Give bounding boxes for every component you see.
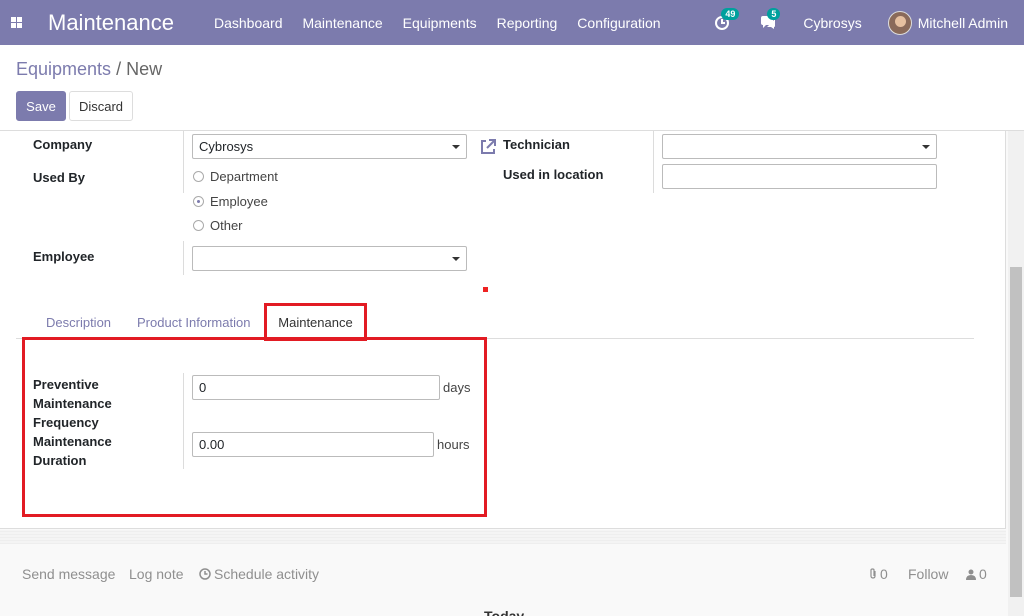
chevron-down-icon [452,145,460,149]
today-separator: Today [484,608,525,616]
followers-button[interactable]: 0 [966,566,987,582]
maintenance-duration-input[interactable]: 0.00 [192,432,434,457]
maintenance-frequency-input[interactable]: 0 [192,375,440,400]
schedule-activity-button[interactable]: Schedule activity [199,566,319,582]
chevron-down-icon [452,257,460,261]
radio-other-label: Other [210,218,243,233]
external-link-icon[interactable] [479,138,497,156]
send-message-button[interactable]: Send message [22,566,115,582]
followers-count: 0 [979,566,987,582]
radio-button-checked[interactable] [193,196,204,207]
breadcrumb: Equipments / New [16,59,162,80]
follow-button[interactable]: Follow [908,566,948,582]
company-select-value: Cybrosys [199,139,254,154]
form-sheet: Company Cybrosys Used By Department Empl… [0,131,1006,529]
breadcrumb-equipments-link[interactable]: Equipments [16,59,111,79]
user-icon [966,569,976,580]
frequency-unit: days [443,380,471,395]
log-note-button[interactable]: Log note [129,566,184,582]
radio-department[interactable]: Department [193,169,278,184]
attachments-button[interactable]: 0 [868,566,888,582]
tab-product-information[interactable]: Product Information [137,315,250,330]
control-panel: Equipments / New Save Discard [0,45,1024,131]
discard-button[interactable]: Discard [69,91,133,121]
red-marker-dot [483,287,488,292]
label-line: Preventive [33,377,99,392]
tab-description[interactable]: Description [46,315,111,330]
paperclip-icon [870,568,876,579]
menu-maintenance[interactable]: Maintenance [302,15,382,31]
used-in-location-label: Used in location [503,167,604,182]
message-count-badge: 5 [767,7,781,20]
technician-label: Technician [503,137,570,152]
company-switcher[interactable]: Cybrosys [803,15,861,31]
preventive-maintenance-frequency-label: Preventive Maintenance Frequency [33,375,112,432]
menu-dashboard[interactable]: Dashboard [214,15,283,31]
radio-employee[interactable]: Employee [193,194,268,209]
field-divider [183,131,184,193]
label-line: Maintenance [33,396,112,411]
apps-menu-icon[interactable] [0,0,32,45]
activity-clock-icon[interactable]: 49 [711,7,740,34]
radio-button[interactable] [193,220,204,231]
field-divider [183,373,184,469]
technician-select[interactable] [662,134,937,159]
label-line: Frequency [33,415,99,430]
app-brand[interactable]: Maintenance [48,10,174,36]
user-avatar[interactable] [887,10,912,35]
chatter: Send message Log note Schedule activity … [0,544,1006,616]
top-navbar: Maintenance Dashboard Maintenance Equipm… [0,0,1024,45]
messages-chat-icon[interactable]: 5 [757,7,781,34]
breadcrumb-current: New [126,59,163,79]
employee-select[interactable] [192,246,467,271]
save-button[interactable]: Save [16,91,66,121]
scrollbar-thumb[interactable] [1010,267,1022,597]
activity-count-badge: 49 [721,7,740,20]
field-divider [183,241,184,275]
chatter-separator [0,530,1006,544]
attachments-count: 0 [880,566,888,582]
menu-reporting[interactable]: Reporting [497,15,558,31]
radio-other[interactable]: Other [193,218,243,233]
field-divider [653,131,654,193]
chevron-down-icon [922,145,930,149]
breadcrumb-separator: / [116,59,122,79]
tab-maintenance[interactable]: Maintenance [264,303,367,341]
page-scrollbar[interactable] [1008,131,1024,616]
used-by-label: Used By [33,170,86,185]
menu-configuration[interactable]: Configuration [577,15,660,31]
used-in-location-input[interactable] [662,164,937,189]
maintenance-duration-label: Maintenance Duration [33,432,112,470]
employee-label: Employee [33,249,95,264]
schedule-activity-label: Schedule activity [214,566,320,582]
user-menu[interactable]: Mitchell Admin [918,15,1008,31]
company-label: Company [33,137,93,152]
radio-employee-label: Employee [210,194,268,209]
radio-department-label: Department [210,169,278,184]
radio-button[interactable] [193,171,204,182]
company-select[interactable]: Cybrosys [192,134,467,159]
label-line: Duration [33,453,87,468]
label-line: Maintenance [33,434,112,449]
menu-equipments[interactable]: Equipments [403,15,477,31]
clock-icon [199,568,211,580]
duration-unit: hours [437,437,470,452]
